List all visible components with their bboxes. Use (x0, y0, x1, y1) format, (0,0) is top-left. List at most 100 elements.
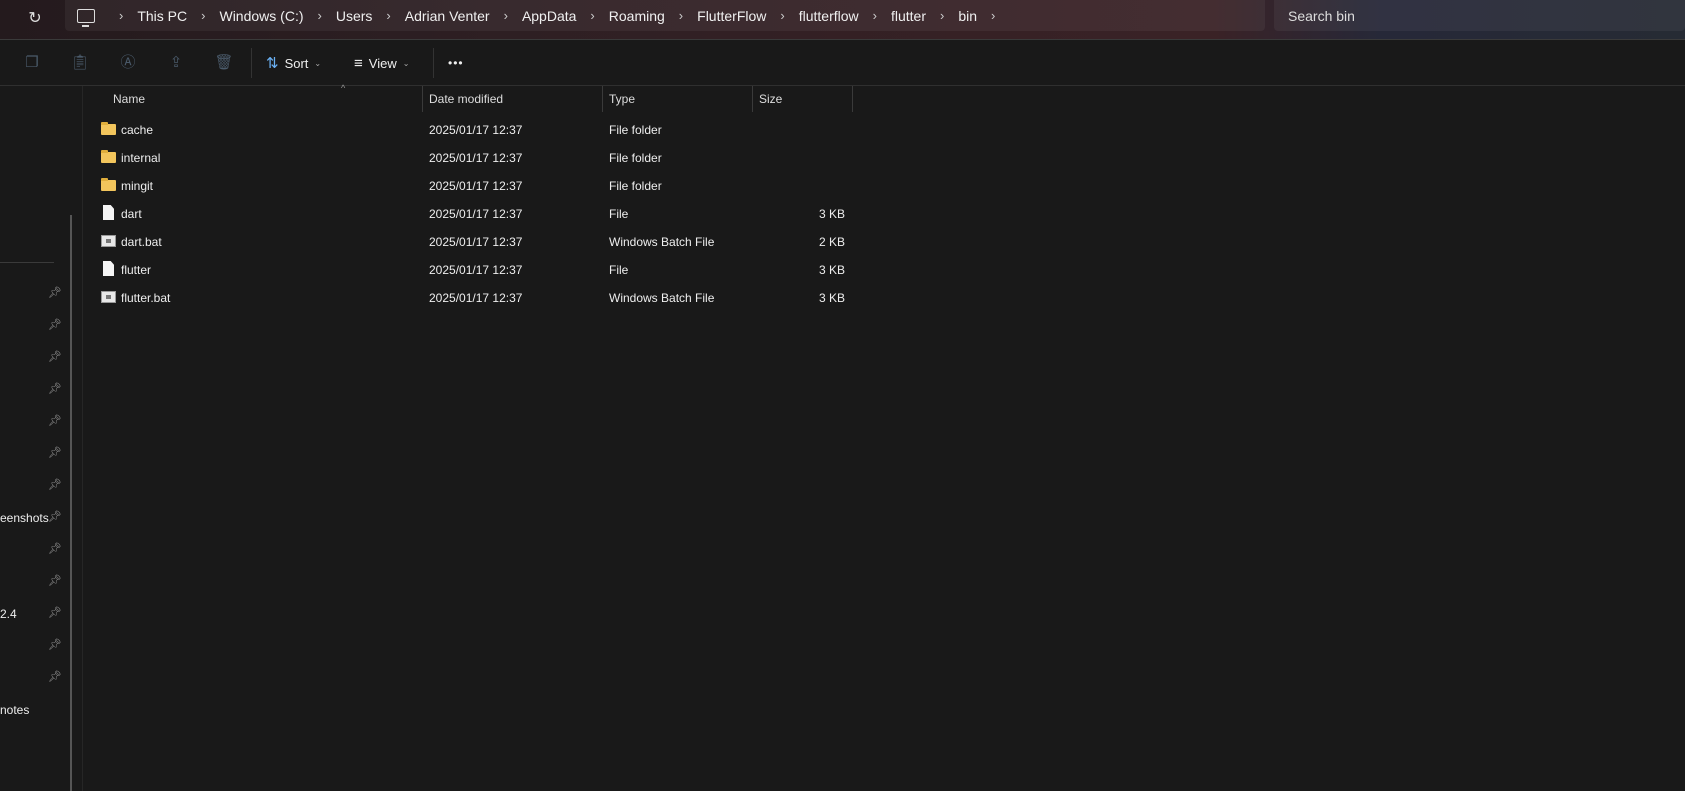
pin-icon: 📌︎ (48, 639, 62, 651)
column-size[interactable]: Size (753, 86, 853, 112)
breadcrumb-item[interactable]: FlutterFlow (697, 8, 766, 24)
file-date: 2025/01/17 12:37 (429, 123, 523, 137)
chevron-down-icon: ⌄ (402, 58, 410, 68)
file-date: 2025/01/17 12:37 (429, 151, 523, 165)
batch-file-icon (101, 291, 116, 303)
file-row[interactable]: flutter 2025/01/17 12:37 File 3 KB (83, 256, 853, 284)
chevron-right-icon[interactable]: › (590, 8, 594, 23)
file-icon (103, 205, 114, 220)
file-name: cache (121, 123, 154, 137)
pin-icon: 📌︎ (48, 575, 62, 587)
file-name: flutter (121, 263, 152, 277)
sidebar-divider (0, 262, 54, 263)
sidebar-item-notes[interactable]: notes (0, 703, 29, 717)
sort-icon: ⇅ (266, 55, 279, 72)
pin-icon: 📌︎ (48, 671, 62, 683)
file-name: dart (121, 207, 142, 221)
file-name: flutter.bat (121, 291, 171, 305)
file-date: 2025/01/17 12:37 (429, 291, 523, 305)
file-type: File folder (609, 179, 662, 193)
file-date: 2025/01/17 12:37 (429, 263, 523, 277)
file-type: Windows Batch File (609, 235, 715, 249)
address-bar-area: ↻ › This PC › Windows (C:) › Users › Adrian Ven… (0, 0, 1685, 40)
breadcrumb-item[interactable]: flutterflow (799, 8, 859, 24)
pin-icon: 📌︎ (48, 479, 62, 491)
chevron-right-icon[interactable]: › (318, 8, 322, 23)
paste-icon[interactable]: 📋︎ (70, 53, 90, 73)
chevron-right-icon[interactable]: › (201, 8, 205, 23)
folder-icon (101, 122, 116, 135)
folder-icon (101, 150, 116, 163)
pin-icon: 📌︎ (48, 607, 62, 619)
folder-icon (101, 178, 116, 191)
breadcrumb-item[interactable]: Roaming (609, 8, 665, 24)
breadcrumb[interactable]: › This PC › Windows (C:) › Users › Adrian Vente… (65, 0, 1265, 31)
column-name[interactable]: Name (107, 86, 423, 112)
breadcrumb-item[interactable]: This PC (137, 8, 187, 24)
batch-file-icon (101, 235, 116, 247)
copy-icon[interactable]: ❐ (22, 53, 42, 73)
file-name: dart.bat (121, 235, 162, 249)
file-type: File (609, 207, 629, 221)
chevron-down-icon: ⌄ (314, 58, 322, 68)
file-type: File folder (609, 123, 662, 137)
sidebar-item-screenshots[interactable]: eenshots (0, 511, 49, 525)
more-options-button[interactable]: ••• (448, 52, 464, 74)
view-button[interactable]: ≡ View ⌄ (354, 52, 409, 74)
pin-icon: 📌︎ (48, 511, 62, 523)
chevron-right-icon[interactable]: › (119, 8, 123, 23)
file-row[interactable]: mingit 2025/01/17 12:37 File folder (83, 172, 853, 200)
sidebar-item-2-4[interactable]: 2.4 (0, 607, 17, 621)
breadcrumb-item[interactable]: Adrian Venter (405, 8, 490, 24)
file-size: 3 KB (818, 207, 845, 221)
pin-icon: 📌︎ (48, 319, 62, 331)
file-name: internal (121, 151, 161, 165)
column-date-modified[interactable]: Date modified (423, 86, 603, 112)
file-row[interactable]: cache 2025/01/17 12:37 File folder (83, 116, 853, 144)
file-type: File folder (609, 151, 662, 165)
share-icon[interactable]: ⇪ (166, 53, 186, 73)
this-pc-icon[interactable] (77, 8, 95, 27)
column-type[interactable]: Type (603, 86, 753, 112)
file-date: 2025/01/17 12:37 (429, 235, 523, 249)
chevron-right-icon[interactable]: › (991, 8, 995, 23)
chevron-right-icon[interactable]: › (386, 8, 390, 23)
file-row[interactable]: dart.bat 2025/01/17 12:37 Windows Batch Fi… (83, 228, 853, 256)
sidebar-scrollbar[interactable] (70, 215, 72, 791)
view-icon: ≡ (354, 54, 363, 72)
search-input[interactable]: Search bin (1274, 0, 1685, 31)
file-size: 2 KB (818, 235, 845, 249)
chevron-right-icon[interactable]: › (873, 8, 877, 23)
file-name: mingit (121, 179, 154, 193)
chevron-right-icon[interactable]: › (504, 8, 508, 23)
file-row[interactable]: dart 2025/01/17 12:37 File 3 KB (83, 200, 853, 228)
file-size: 3 KB (818, 291, 845, 305)
pin-icon: 📌︎ (48, 287, 62, 299)
file-date: 2025/01/17 12:37 (429, 207, 523, 221)
column-headers: ^ Name Date modified Type Size (83, 83, 1685, 112)
file-type: Windows Batch File (609, 291, 715, 305)
sort-button[interactable]: ⇅ Sort ⌄ (266, 52, 321, 74)
breadcrumb-item[interactable]: Users (336, 8, 373, 24)
breadcrumb-item[interactable]: Windows (C:) (219, 8, 303, 24)
file-row[interactable]: flutter.bat 2025/01/17 12:37 Windows Batch… (83, 284, 853, 312)
file-row[interactable]: internal 2025/01/17 12:37 File folder (83, 144, 853, 172)
file-size: 3 KB (818, 263, 845, 277)
breadcrumb-item[interactable]: bin (958, 8, 977, 24)
pin-icon: 📌︎ (48, 415, 62, 427)
delete-icon[interactable]: 🗑︎ (214, 53, 234, 73)
pin-icon: 📌︎ (48, 447, 62, 459)
chevron-right-icon[interactable]: › (679, 8, 683, 23)
rename-icon[interactable]: Ⓐ (118, 53, 138, 73)
chevron-right-icon[interactable]: › (940, 8, 944, 23)
pin-icon: 📌︎ (48, 351, 62, 363)
file-type: File (609, 263, 629, 277)
file-icon (103, 261, 114, 276)
refresh-icon[interactable]: ↻ (24, 8, 46, 30)
file-date: 2025/01/17 12:37 (429, 179, 523, 193)
chevron-right-icon[interactable]: › (780, 8, 784, 23)
breadcrumb-item[interactable]: flutter (891, 8, 926, 24)
pin-icon: 📌︎ (48, 383, 62, 395)
command-bar: ❐ 📋︎ Ⓐ ⇪ 🗑︎ ⇅ Sort ⌄ ≡ View ⌄ ••• (0, 40, 1685, 86)
breadcrumb-item[interactable]: AppData (522, 8, 576, 24)
